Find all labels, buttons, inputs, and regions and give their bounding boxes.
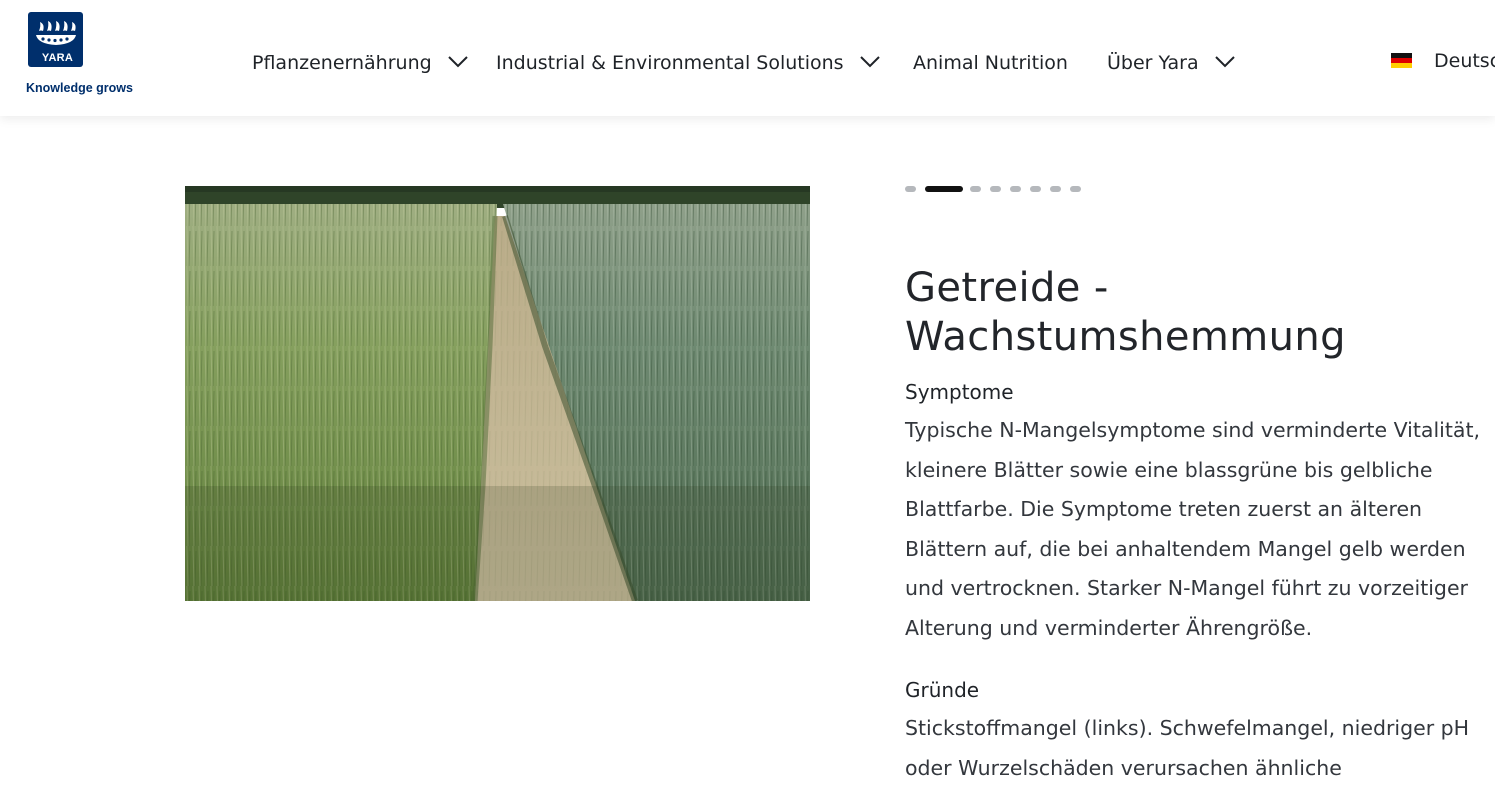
carousel-dot-active[interactable] (925, 186, 963, 192)
chevron-down-icon (448, 56, 468, 68)
wheat-field-image (185, 186, 810, 601)
yara-logo-mark: YARA (28, 12, 83, 67)
chevron-down-icon (859, 56, 880, 68)
symptoms-text: Typische N-Mangelsymptome sind verminder… (905, 418, 1481, 640)
chevron-down-icon (1214, 56, 1235, 68)
page-title: Getreide - Wachstumshemmung (905, 264, 1346, 362)
wheat-field-photo (185, 186, 810, 601)
nav-item-label: Über Yara (1107, 52, 1199, 74)
nav-item-label: Animal Nutrition (913, 52, 1068, 74)
nav-item-industrial-environmental[interactable]: Industrial & Environmental Solutions (496, 49, 880, 77)
nav-item-pflanzenernaehrung[interactable]: Pflanzenernährung (252, 49, 468, 77)
site-header: YARA Knowledge grows Pflanzenernährung I… (0, 0, 1495, 116)
germany-flag-icon (1391, 53, 1412, 68)
carousel-dot[interactable] (1010, 186, 1021, 192)
carousel-dot[interactable] (1030, 186, 1041, 192)
nav-item-label: Pflanzenernährung (252, 52, 432, 74)
title-line-2: Wachstumshemmung (905, 314, 1346, 360)
carousel-dot[interactable] (990, 186, 1001, 192)
causes-text: Stickstoffmangel (links). Schwefelmangel… (905, 716, 1470, 780)
carousel-dot[interactable] (1050, 186, 1061, 192)
nav-item-animal-nutrition[interactable]: Animal Nutrition (913, 49, 1068, 77)
language-label: Deutsch (1434, 50, 1495, 72)
yara-logo[interactable]: YARA Knowledge grows (26, 12, 142, 98)
symptoms-heading: Symptome (905, 380, 1014, 404)
carousel-dot[interactable] (1070, 186, 1081, 192)
brand-tagline: Knowledge grows (26, 81, 133, 95)
nav-item-ueber-yara[interactable]: Über Yara (1107, 49, 1235, 77)
yara-wordmark: YARA (41, 52, 74, 64)
nav-item-label: Industrial & Environmental Solutions (496, 52, 844, 74)
carousel-dot[interactable] (905, 186, 916, 192)
causes-heading: Gründe (905, 678, 980, 702)
title-line-1: Getreide - (905, 265, 1109, 311)
carousel-dot[interactable] (970, 186, 981, 192)
